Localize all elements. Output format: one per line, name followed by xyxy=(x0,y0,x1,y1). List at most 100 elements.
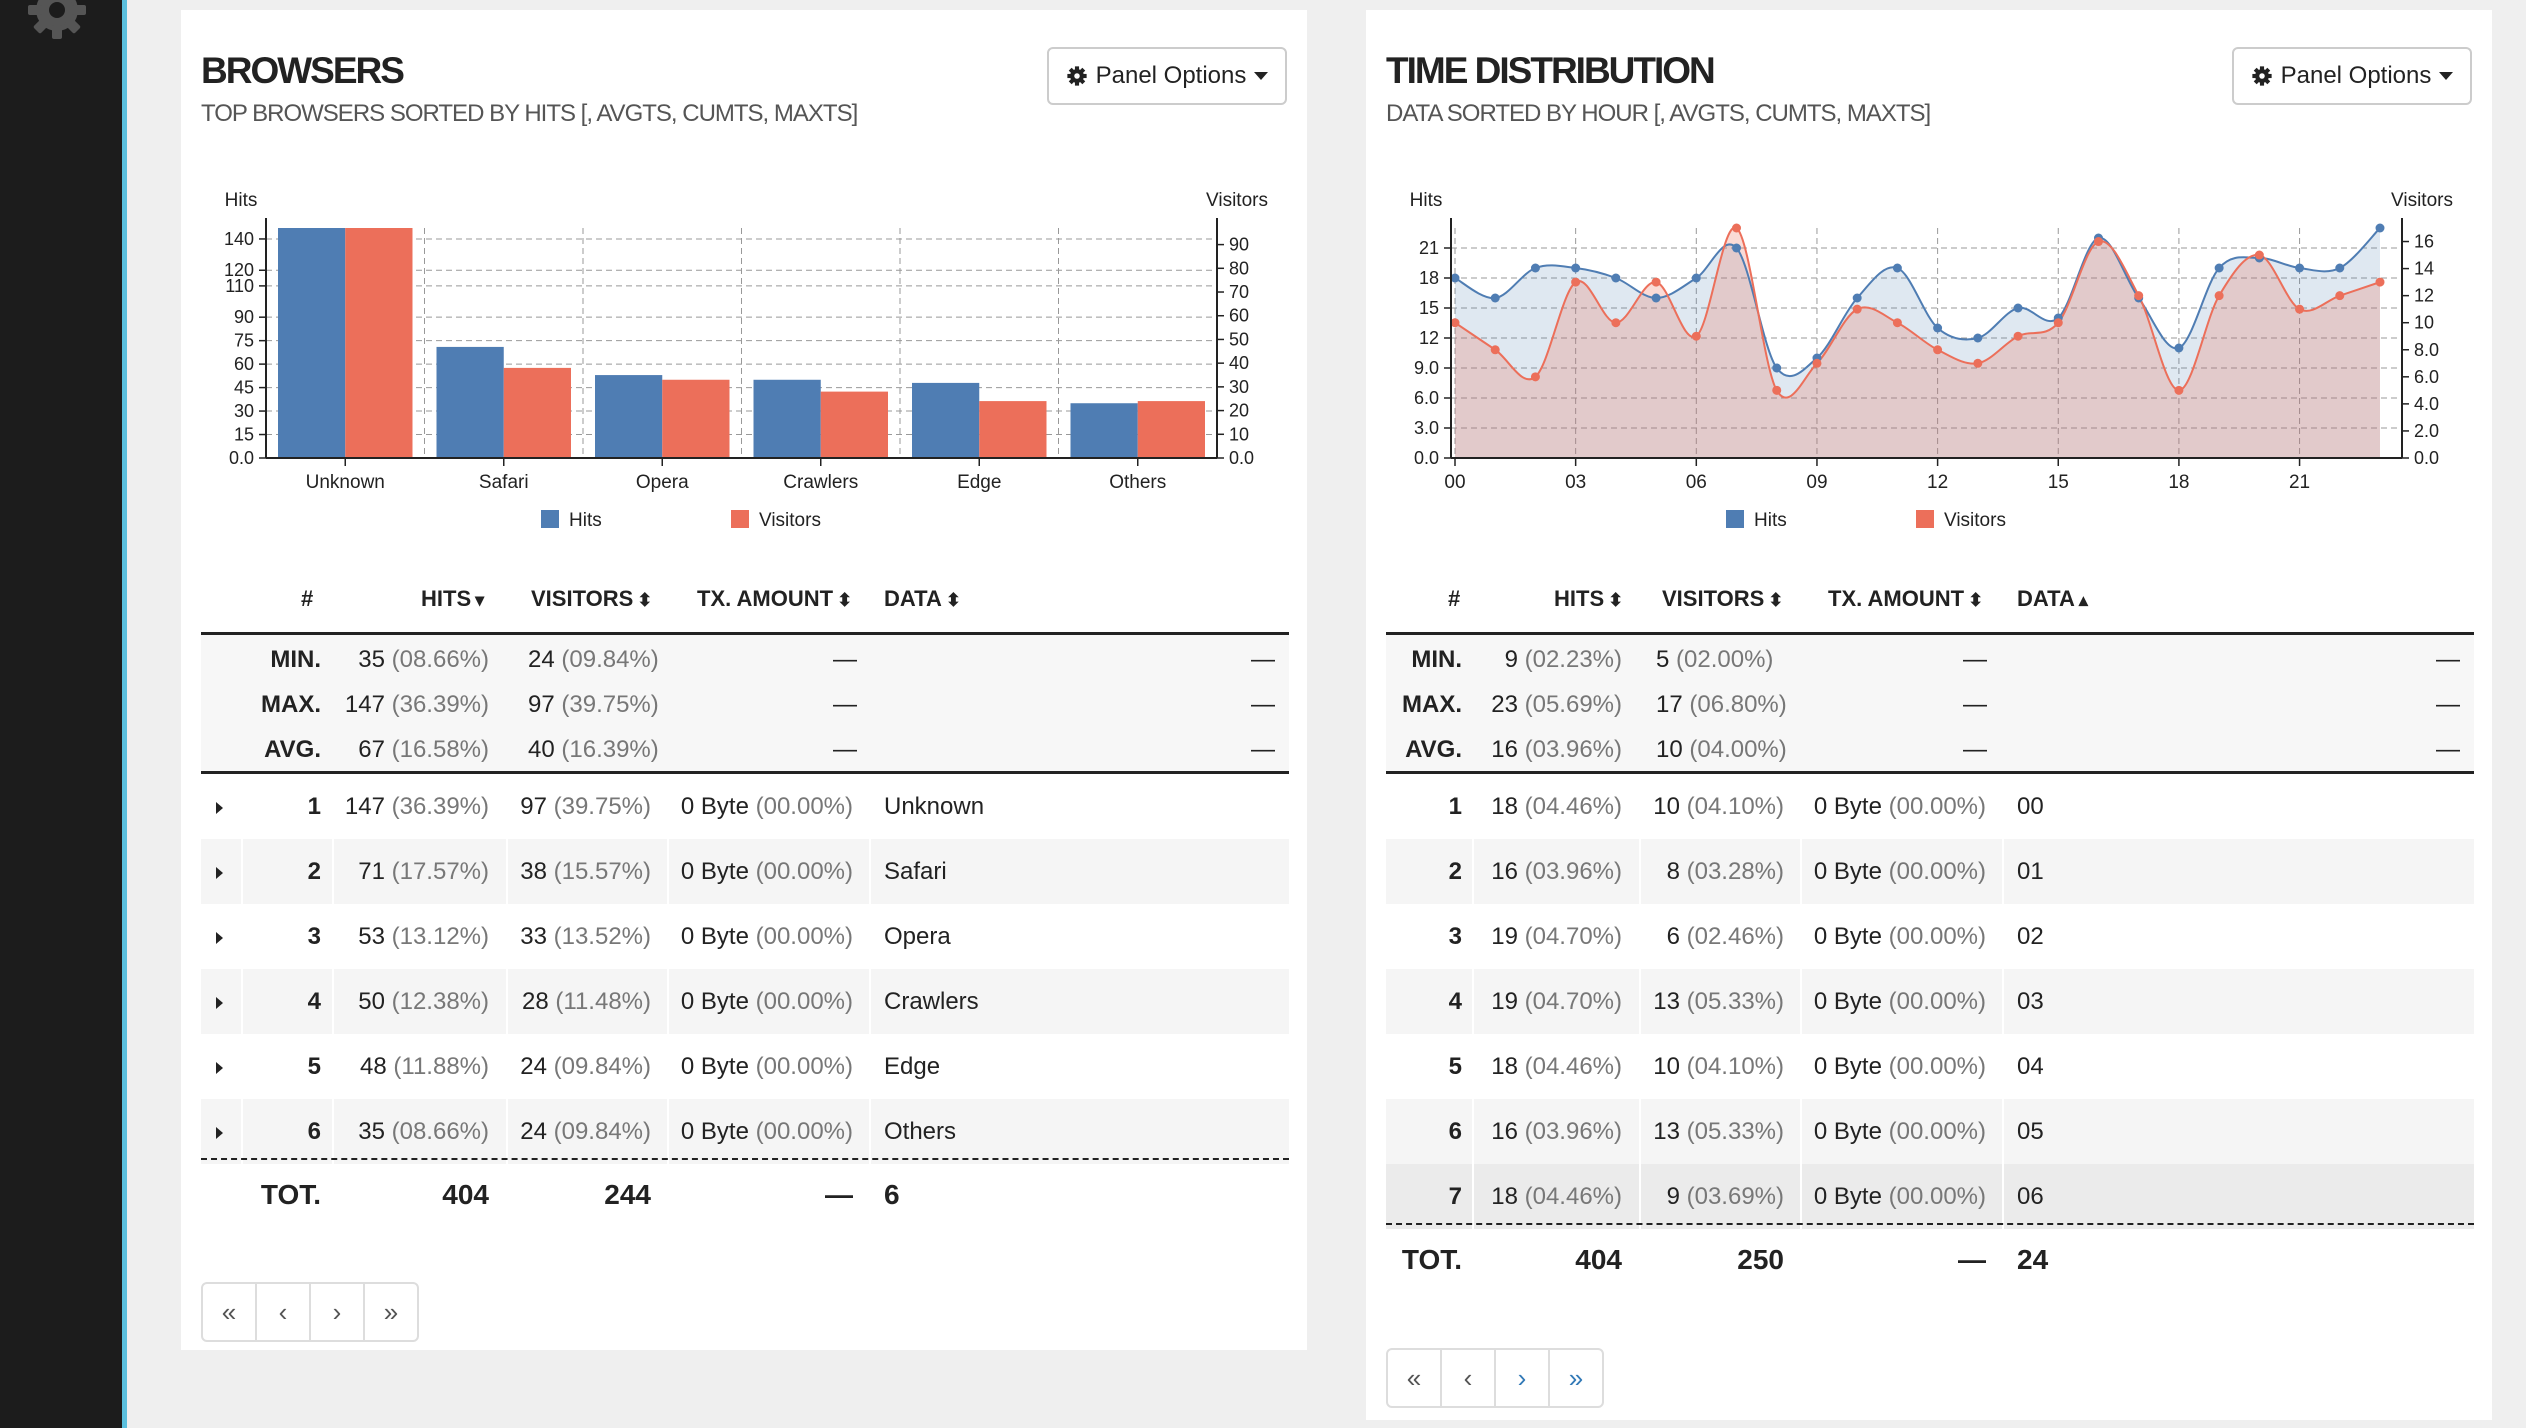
legend-swatch-hits xyxy=(1726,510,1744,528)
row-data: 05 xyxy=(2017,1118,2044,1145)
stat-label: AVG. xyxy=(1405,736,1462,763)
col-data[interactable]: DATA ▴ xyxy=(2017,586,2088,612)
row-data: 01 xyxy=(2017,858,2044,885)
row-tx: 0 Byte (00.00%) xyxy=(1813,858,1986,885)
row-tx: 0 Byte (00.00%) xyxy=(1813,1183,1986,1210)
stat-tx: — xyxy=(1963,646,1987,673)
x-tick-label: 09 xyxy=(1806,472,1827,493)
row-hits: 147 (36.39%) xyxy=(344,793,489,820)
next-page-button[interactable]: › xyxy=(311,1284,365,1340)
last-page-button[interactable]: » xyxy=(1550,1350,1602,1406)
expand-icon[interactable] xyxy=(216,1062,223,1074)
last-page-button[interactable]: » xyxy=(365,1284,417,1340)
expand-icon[interactable] xyxy=(216,1127,223,1139)
stat-label: AVG. xyxy=(264,736,321,763)
col-tx-label: TX. AMOUNT xyxy=(1828,586,1965,611)
col-tx[interactable]: TX. AMOUNT ⬍ xyxy=(1828,586,1983,612)
stat-row-max: MAX. 23 (05.69%) 17 (06.80%) — — xyxy=(1386,682,2474,727)
expand-icon[interactable] xyxy=(216,997,223,1009)
legend-swatch-visitors xyxy=(1916,510,1934,528)
x-tick-label: 03 xyxy=(1565,472,1586,493)
table-row[interactable]: 2 16 (03.96%) 8 (03.28%) 0 Byte (00.00%)… xyxy=(1386,839,2474,904)
table-row[interactable]: 6 16 (03.96%) 13 (05.33%) 0 Byte (00.00%… xyxy=(1386,1099,2474,1164)
first-page-button[interactable]: « xyxy=(203,1284,257,1340)
row-tx: 0 Byte (00.00%) xyxy=(1813,1118,1986,1145)
row-index: 6 xyxy=(1448,1118,1462,1145)
gear-icon xyxy=(2251,66,2272,86)
col-tx[interactable]: TX. AMOUNT ⬍ xyxy=(697,586,852,612)
table-row[interactable]: 5 48 (11.88%) 24 (09.84%) 0 Byte (00.00%… xyxy=(201,1034,1289,1099)
col-data[interactable]: DATA ⬍ xyxy=(884,586,961,612)
prev-page-button[interactable]: ‹ xyxy=(1442,1350,1496,1406)
expand-icon[interactable] xyxy=(216,802,223,814)
totals-visitors: 250 xyxy=(1737,1244,1784,1275)
col-visitors[interactable]: VISITORS ⬍ xyxy=(531,586,652,612)
point-hits xyxy=(1490,293,1500,303)
y-tick-label: 3.0 xyxy=(1414,418,1439,438)
point-visitors xyxy=(1490,345,1500,355)
panel-options-button[interactable]: Panel Options xyxy=(1047,47,1287,105)
sidebar xyxy=(0,0,127,1428)
row-index: 4 xyxy=(307,988,321,1015)
table-row[interactable]: 3 53 (13.12%) 33 (13.52%) 0 Byte (00.00%… xyxy=(201,904,1289,969)
row-index: 7 xyxy=(1448,1183,1462,1210)
point-hits xyxy=(1852,293,1862,303)
table-row[interactable]: 5 18 (04.46%) 10 (04.10%) 0 Byte (00.00%… xyxy=(1386,1034,2474,1099)
table-row[interactable]: 7 18 (04.46%) 9 (03.69%) 0 Byte (00.00%)… xyxy=(1386,1164,2474,1229)
row-hits: 53 (13.12%) xyxy=(358,923,489,950)
table-row[interactable]: 1 18 (04.46%) 10 (04.10%) 0 Byte (00.00%… xyxy=(1386,774,2474,839)
gear-icon[interactable] xyxy=(25,0,89,42)
row-data: 03 xyxy=(2017,988,2044,1015)
row-tx: 0 Byte (00.00%) xyxy=(680,1053,853,1080)
row-hits: 71 (17.57%) xyxy=(358,858,489,885)
col-visitors-label: VISITORS xyxy=(1662,586,1765,611)
y2-tick-label: 0.0 xyxy=(2414,448,2439,468)
summary-stats: MIN. 35 (08.66%) 24 (09.84%) — — MAX. 14… xyxy=(201,635,1289,774)
table-row[interactable]: 6 35 (08.66%) 24 (09.84%) 0 Byte (00.00%… xyxy=(201,1099,1289,1164)
row-visitors: 10 (04.10%) xyxy=(1653,1053,1784,1080)
stat-visitors: 40 (16.39%) xyxy=(528,736,659,763)
point-visitors xyxy=(1933,345,1943,355)
caret-down-icon xyxy=(1254,72,1269,80)
prev-page-button[interactable]: ‹ xyxy=(257,1284,311,1340)
y2-tick-label: 10 xyxy=(1229,424,1249,444)
row-hits: 35 (08.66%) xyxy=(358,1118,489,1145)
row-visitors: 10 (04.10%) xyxy=(1653,793,1784,820)
stat-data: — xyxy=(2436,736,2460,763)
time-distribution-chart: 00 03 06 09 12 15 18 21 0.0 3.0 6.0 9.0 12 15 18 21 0.0 2… xyxy=(1410,190,2453,531)
row-data: 06 xyxy=(2017,1183,2044,1210)
point-visitors xyxy=(2174,385,2184,395)
stat-data: — xyxy=(1251,646,1275,673)
y-tick-label: 120 xyxy=(224,260,254,280)
row-tx: 0 Byte (00.00%) xyxy=(1813,988,1986,1015)
table-row[interactable]: 4 50 (12.38%) 28 (11.48%) 0 Byte (00.00%… xyxy=(201,969,1289,1034)
col-hits[interactable]: HITS ▾ xyxy=(421,586,484,612)
stat-visitors: 97 (39.75%) xyxy=(528,691,659,718)
col-hits[interactable]: HITS ⬍ xyxy=(1554,586,1623,612)
table-row[interactable]: 2 71 (17.57%) 38 (15.57%) 0 Byte (00.00%… xyxy=(201,839,1289,904)
row-hits: 19 (04.70%) xyxy=(1491,923,1622,950)
sort-icon: ⬍ xyxy=(837,590,853,610)
point-visitors xyxy=(1732,223,1742,233)
totals-data: 24 xyxy=(2017,1244,2049,1275)
table-row[interactable]: 3 19 (04.70%) 6 (02.46%) 0 Byte (00.00%)… xyxy=(1386,904,2474,969)
first-page-button[interactable]: « xyxy=(1388,1350,1442,1406)
row-index: 3 xyxy=(307,923,321,950)
y2-tick-label: 30 xyxy=(1229,377,1249,397)
next-page-button[interactable]: › xyxy=(1496,1350,1550,1406)
point-visitors xyxy=(1892,318,1902,328)
table-row[interactable]: 1 147 (36.39%) 97 (39.75%) 0 Byte (00.00… xyxy=(201,774,1289,839)
row-hits: 16 (03.96%) xyxy=(1491,1118,1622,1145)
row-visitors: 28 (11.48%) xyxy=(522,988,651,1015)
y2-tick-label: 70 xyxy=(1229,282,1249,302)
point-visitors xyxy=(2013,331,2023,341)
expand-icon[interactable] xyxy=(216,867,223,879)
col-visitors[interactable]: VISITORS ⬍ xyxy=(1662,586,1783,612)
point-visitors xyxy=(2053,318,2063,328)
expand-icon[interactable] xyxy=(216,932,223,944)
panel-options-button[interactable]: Panel Options xyxy=(2232,47,2472,105)
row-data: 02 xyxy=(2017,923,2044,950)
stat-data: — xyxy=(2436,646,2460,673)
table-row[interactable]: 4 19 (04.70%) 13 (05.33%) 0 Byte (00.00%… xyxy=(1386,969,2474,1034)
y2-tick-label: 14 xyxy=(2414,259,2434,279)
